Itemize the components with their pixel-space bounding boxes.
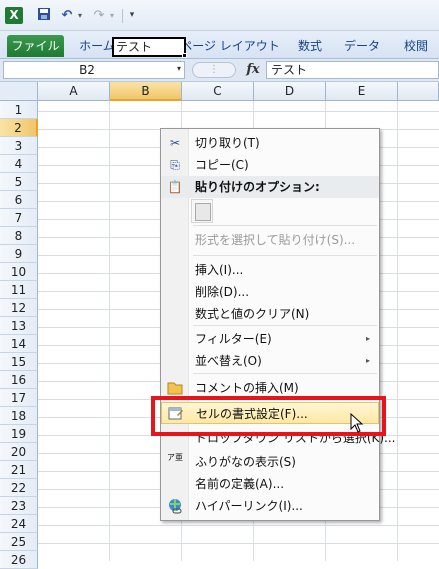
menu-item-label: 数式と値のクリア(N): [195, 307, 310, 321]
menu-item-label: 削除(D)...: [195, 285, 250, 299]
tab-page-layout[interactable]: ページ レイアウト: [180, 35, 280, 57]
row-header-15[interactable]: 15: [0, 353, 38, 371]
menu-item-label: 並べ替え(O): [195, 354, 262, 368]
menu-paste-options-header: 📋 貼り付けのオプション:: [161, 176, 379, 198]
menu-hyperlink[interactable]: ハイパーリンク(I)...: [161, 495, 379, 517]
clipboard-icon: [195, 203, 211, 221]
tab-file[interactable]: ファイル: [7, 35, 64, 57]
row-header-10[interactable]: 10: [0, 263, 38, 281]
mouse-cursor-icon: [350, 412, 364, 438]
ribbon-tabs: ファイル ホーム 挿入 ページ レイアウト 数式 データ 校閲: [0, 31, 439, 59]
row-header-11[interactable]: 11: [0, 281, 38, 299]
menu-insert[interactable]: 挿入(I)...: [161, 259, 379, 281]
menu-item-label: ふりがなの表示(S): [195, 455, 296, 469]
active-cell[interactable]: テスト: [112, 37, 186, 57]
column-header-b[interactable]: B: [110, 82, 182, 101]
row-header-2[interactable]: 2: [0, 119, 38, 137]
row-header-22[interactable]: 22: [0, 479, 38, 497]
row-header-24[interactable]: 24: [0, 515, 38, 533]
menu-define-name[interactable]: 名前の定義(A)...: [161, 473, 379, 495]
menu-separator: [193, 325, 377, 326]
comment-icon: [167, 380, 183, 396]
row-header-23[interactable]: 23: [0, 497, 38, 515]
menu-item-label: フィルター(E): [195, 332, 272, 346]
row-header-1[interactable]: 1: [0, 101, 38, 119]
formula-bar: B2 ▾ ⋮ fx テスト: [0, 59, 439, 82]
column-header-overflow: [398, 82, 439, 101]
redo-icon[interactable]: ↷: [92, 7, 106, 24]
menu-item-label: 挿入(I)...: [195, 263, 244, 277]
row-header-26[interactable]: 26: [0, 551, 38, 569]
context-menu: ✂ 切り取り(T) ⎘ コピー(C) 📋 貼り付けのオプション: 形式を選択して貼り付け(S…: [160, 128, 396, 521]
menu-separator: [193, 225, 377, 226]
column-header-d[interactable]: D: [254, 82, 326, 101]
tab-formulas[interactable]: 数式: [290, 35, 330, 57]
row-header-9[interactable]: 9: [0, 245, 38, 263]
quick-access-toolbar: X ↶ ▾ ↷ ▾ ▾: [0, 0, 439, 31]
menu-cut[interactable]: ✂ 切り取り(T): [161, 132, 379, 154]
row-header-8[interactable]: 8: [0, 227, 38, 245]
select-all-button[interactable]: [0, 82, 38, 101]
menu-separator: [193, 255, 377, 256]
toolbar-divider: [122, 9, 123, 23]
row-header-21[interactable]: 21: [0, 461, 38, 479]
chevron-right-icon: ▸: [365, 334, 370, 343]
copy-icon: ⎘: [170, 158, 180, 172]
name-box[interactable]: B2 ▾: [3, 61, 185, 79]
paste-icon: 📋: [167, 180, 183, 194]
menu-copy[interactable]: ⎘ コピー(C): [161, 154, 379, 176]
menu-separator: [193, 373, 377, 374]
menu-item-label: コピー(C): [195, 158, 249, 172]
row-header-4[interactable]: 4: [0, 155, 38, 173]
globe-link-icon: [167, 498, 183, 514]
chevron-down-icon[interactable]: ▾: [177, 64, 181, 73]
row-header-18[interactable]: 18: [0, 407, 38, 425]
redo-dropdown-icon[interactable]: ▾: [108, 7, 116, 24]
formula-input[interactable]: テスト: [266, 61, 439, 79]
excel-app-icon[interactable]: X: [5, 7, 23, 24]
menu-item-label: 切り取り(T): [195, 136, 260, 150]
column-header-e[interactable]: E: [326, 82, 398, 101]
row-header-20[interactable]: 20: [0, 443, 38, 461]
undo-icon[interactable]: ↶: [60, 7, 74, 24]
chevron-right-icon: ▸: [365, 356, 370, 365]
row-header-6[interactable]: 6: [0, 191, 38, 209]
menu-paste-special: 形式を選択して貼り付け(S)...: [161, 229, 379, 251]
tab-data[interactable]: データ: [338, 35, 386, 57]
menu-sort[interactable]: 並べ替え(O) ▸: [161, 350, 379, 372]
menu-item-label: 名前の定義(A)...: [195, 477, 285, 491]
menu-item-label: ハイパーリンク(I)...: [195, 499, 303, 513]
row-header-7[interactable]: 7: [0, 209, 38, 227]
menu-delete[interactable]: 削除(D)...: [161, 281, 379, 303]
tab-review[interactable]: 校閲: [395, 35, 437, 57]
row-header-13[interactable]: 13: [0, 317, 38, 335]
save-icon[interactable]: [36, 7, 52, 24]
row-header-17[interactable]: 17: [0, 389, 38, 407]
menu-item-label: 貼り付けのオプション:: [195, 180, 320, 194]
column-header-c[interactable]: C: [182, 82, 254, 101]
fill-handle[interactable]: [182, 53, 187, 58]
formula-bar-resize-handle[interactable]: ⋮: [192, 62, 236, 78]
menu-filter[interactable]: フィルター(E) ▸: [161, 328, 379, 350]
row-header-3[interactable]: 3: [0, 137, 38, 155]
row-header-25[interactable]: 25: [0, 533, 38, 551]
row-header-5[interactable]: 5: [0, 173, 38, 191]
insert-function-icon[interactable]: fx: [242, 61, 264, 79]
row-header-19[interactable]: 19: [0, 425, 38, 443]
customize-toolbar-icon[interactable]: ▾: [127, 7, 137, 24]
scissors-icon: ✂: [169, 136, 181, 150]
menu-show-phonetic[interactable]: ア亜 ふりがなの表示(S): [161, 451, 379, 473]
row-header-14[interactable]: 14: [0, 335, 38, 353]
row-header-12[interactable]: 12: [0, 299, 38, 317]
phonetic-icon: ア亜: [167, 453, 183, 462]
name-box-value: B2: [79, 63, 95, 77]
row-header-16[interactable]: 16: [0, 371, 38, 389]
paste-option-button[interactable]: [191, 199, 213, 223]
undo-dropdown-icon[interactable]: ▾: [76, 7, 84, 24]
column-header-a[interactable]: A: [38, 82, 110, 101]
menu-clear-contents[interactable]: 数式と値のクリア(N): [161, 303, 379, 325]
menu-item-label: 形式を選択して貼り付け(S)...: [195, 233, 356, 247]
